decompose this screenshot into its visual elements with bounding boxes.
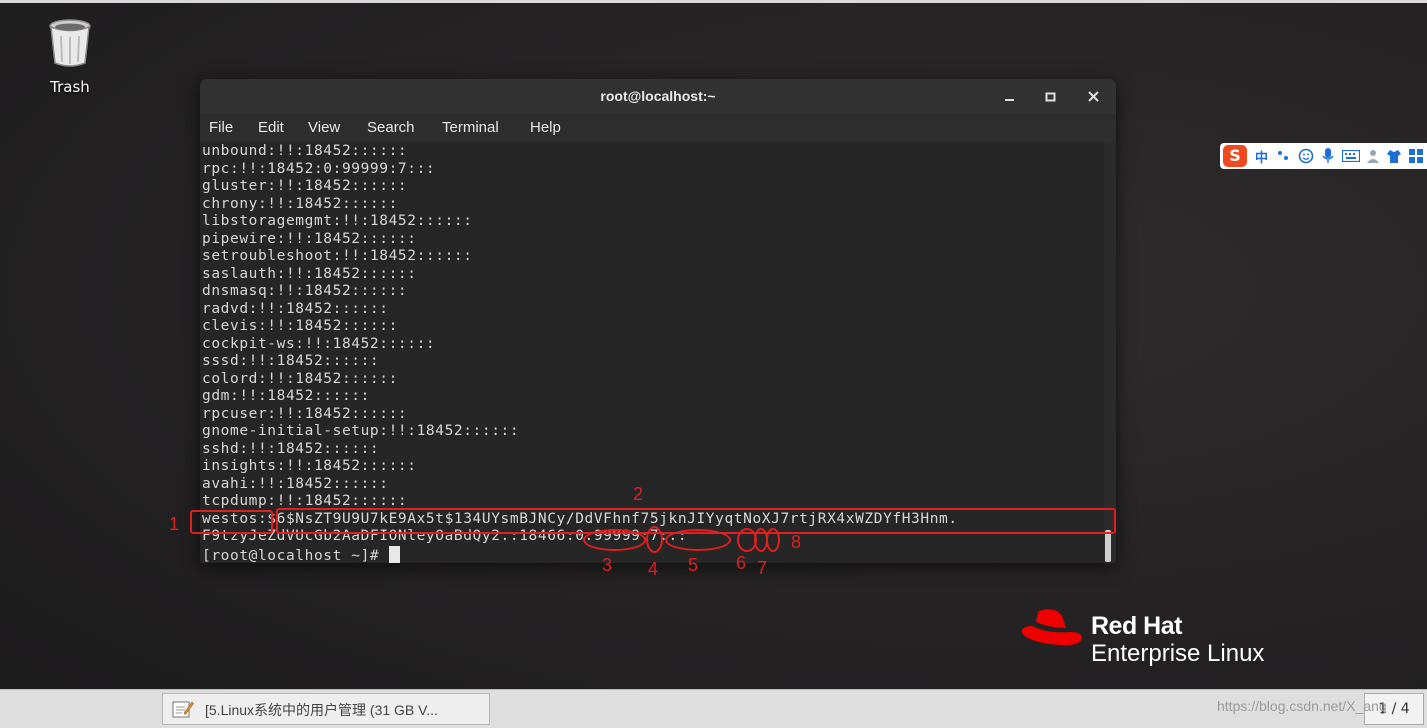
redhat-logo: Red Hat Enterprise Linux bbox=[1020, 608, 1340, 668]
terminal-line: radvd:!!:18452:::::: bbox=[202, 300, 389, 317]
terminal-line: sshd:!!:18452:::::: bbox=[202, 440, 380, 457]
microphone-icon[interactable] bbox=[1321, 147, 1335, 165]
redhat-product-name: Enterprise Linux bbox=[1091, 640, 1265, 667]
terminal-titlebar[interactable]: root@localhost:~ bbox=[200, 79, 1116, 114]
terminal-line: gluster:!!:18452:::::: bbox=[202, 178, 408, 194]
terminal-line: libstoragemgmt:!!:18452:::::: bbox=[202, 213, 473, 229]
user-icon[interactable] bbox=[1365, 148, 1381, 164]
shell-prompt: [root@localhost ~]# bbox=[202, 547, 389, 564]
annotation-ellipse-3 bbox=[583, 529, 646, 551]
editor-window-icon bbox=[172, 701, 194, 718]
menu-file[interactable]: File bbox=[209, 119, 233, 136]
maximize-icon bbox=[1045, 92, 1056, 102]
skin-shirt-icon[interactable] bbox=[1386, 148, 1402, 164]
ime-mode[interactable]: 中 bbox=[1255, 147, 1268, 166]
terminal-line: gdm:!!:18452:::::: bbox=[202, 388, 370, 404]
close-button[interactable] bbox=[1084, 87, 1104, 107]
terminal-window[interactable]: root@localhost:~ File Edit View Search T… bbox=[200, 79, 1116, 563]
taskbar: [5.Linux系统中的用户管理 (31 GB V... 1 / 4 bbox=[0, 689, 1427, 728]
keyboard-icon[interactable] bbox=[1342, 150, 1360, 162]
trash-icon bbox=[49, 19, 91, 67]
annotation-number-8: 8 bbox=[791, 532, 802, 552]
annotation-number-1: 1 bbox=[169, 514, 180, 534]
annotation-ellipse-4 bbox=[646, 526, 663, 553]
menu-edit[interactable]: Edit bbox=[258, 119, 284, 136]
terminal-output[interactable]: unbound:!!:18452:::::: rpc:!!:18452:0:99… bbox=[200, 142, 1104, 563]
menu-help[interactable]: Help bbox=[530, 119, 561, 136]
annotation-number-3: 3 bbox=[602, 555, 613, 575]
terminal-line: chrony:!!:18452:::::: bbox=[202, 195, 398, 212]
taskbar-window-label: [5.Linux系统中的用户管理 (31 GB V... bbox=[205, 702, 438, 718]
redhat-hat-icon bbox=[1021, 609, 1082, 646]
trash-label: Trash bbox=[50, 78, 90, 96]
annotation-number-7: 7 bbox=[757, 558, 768, 578]
terminal-line: avahi:!!:18452:::::: bbox=[202, 475, 389, 492]
annotation-number-4: 4 bbox=[648, 559, 659, 579]
annotation-box-username bbox=[190, 510, 273, 534]
menu-terminal[interactable]: Terminal bbox=[442, 119, 499, 136]
terminal-line: rpcuser:!!:18452:::::: bbox=[202, 405, 408, 422]
redhat-wordmark: Red Hat bbox=[1091, 612, 1182, 640]
text-cursor bbox=[388, 545, 400, 563]
annotation-ellipse-7b bbox=[766, 528, 780, 552]
annotation-number-5: 5 bbox=[688, 555, 699, 575]
minimize-icon bbox=[1005, 99, 1014, 101]
maximize-button[interactable] bbox=[1041, 87, 1061, 107]
terminal-line: dnsmasq:!!:18452:::::: bbox=[202, 283, 408, 299]
ime-toolbar[interactable]: S 中 bbox=[1220, 143, 1427, 169]
sogou-logo-icon[interactable]: S bbox=[1223, 145, 1247, 167]
terminal-scrollbar[interactable] bbox=[1104, 142, 1116, 563]
terminal-line: clevis:!!:18452:::::: bbox=[202, 318, 398, 334]
annotation-number-6: 6 bbox=[736, 553, 747, 573]
taskbar-window-button[interactable]: [5.Linux系统中的用户管理 (31 GB V... bbox=[162, 693, 490, 725]
terminal-line: tcpdump:!!:18452:::::: bbox=[202, 493, 408, 509]
screen-top-edge bbox=[0, 0, 1427, 3]
close-icon bbox=[1088, 91, 1099, 102]
terminal-line: pipewire:!!:18452:::::: bbox=[202, 230, 417, 247]
scrollbar-thumb[interactable] bbox=[1105, 530, 1111, 562]
terminal-line: colord:!!:18452:::::: bbox=[202, 370, 398, 387]
terminal-menubar: File Edit View Search Terminal Help bbox=[200, 114, 1116, 142]
terminal-line: setroubleshoot:!!:18452:::::: bbox=[202, 248, 473, 264]
menu-search[interactable]: Search bbox=[367, 119, 415, 136]
terminal-line: insights:!!:18452:::::: bbox=[202, 458, 417, 474]
terminal-line: rpc:!!:18452:0:99999:7::: bbox=[202, 160, 436, 177]
punctuation-icon[interactable] bbox=[1276, 150, 1290, 162]
toolbox-grid-icon[interactable] bbox=[1408, 148, 1424, 164]
emoji-icon[interactable] bbox=[1298, 148, 1314, 164]
terminal-line: gnome-initial-setup:!!:18452:::::: bbox=[202, 423, 520, 439]
terminal-line: unbound:!!:18452:::::: bbox=[202, 143, 408, 159]
terminal-line: sssd:!!:18452:::::: bbox=[202, 353, 380, 369]
terminal-line: cockpit-ws:!!:18452:::::: bbox=[202, 335, 436, 352]
window-title: root@localhost:~ bbox=[600, 88, 716, 104]
menu-view[interactable]: View bbox=[308, 119, 340, 136]
blog-watermark: https://blog.csdn.net/X_ang bbox=[1217, 698, 1387, 714]
annotation-number-2: 2 bbox=[633, 484, 644, 504]
annotation-ellipse-5 bbox=[665, 529, 731, 551]
minimize-button[interactable] bbox=[1000, 87, 1020, 107]
desktop-trash[interactable]: Trash bbox=[36, 18, 104, 96]
terminal-line: saslauth:!!:18452:::::: bbox=[202, 265, 417, 282]
terminal-text: unbound:!!:18452:::::: rpc:!!:18452:0:99… bbox=[202, 143, 958, 563]
